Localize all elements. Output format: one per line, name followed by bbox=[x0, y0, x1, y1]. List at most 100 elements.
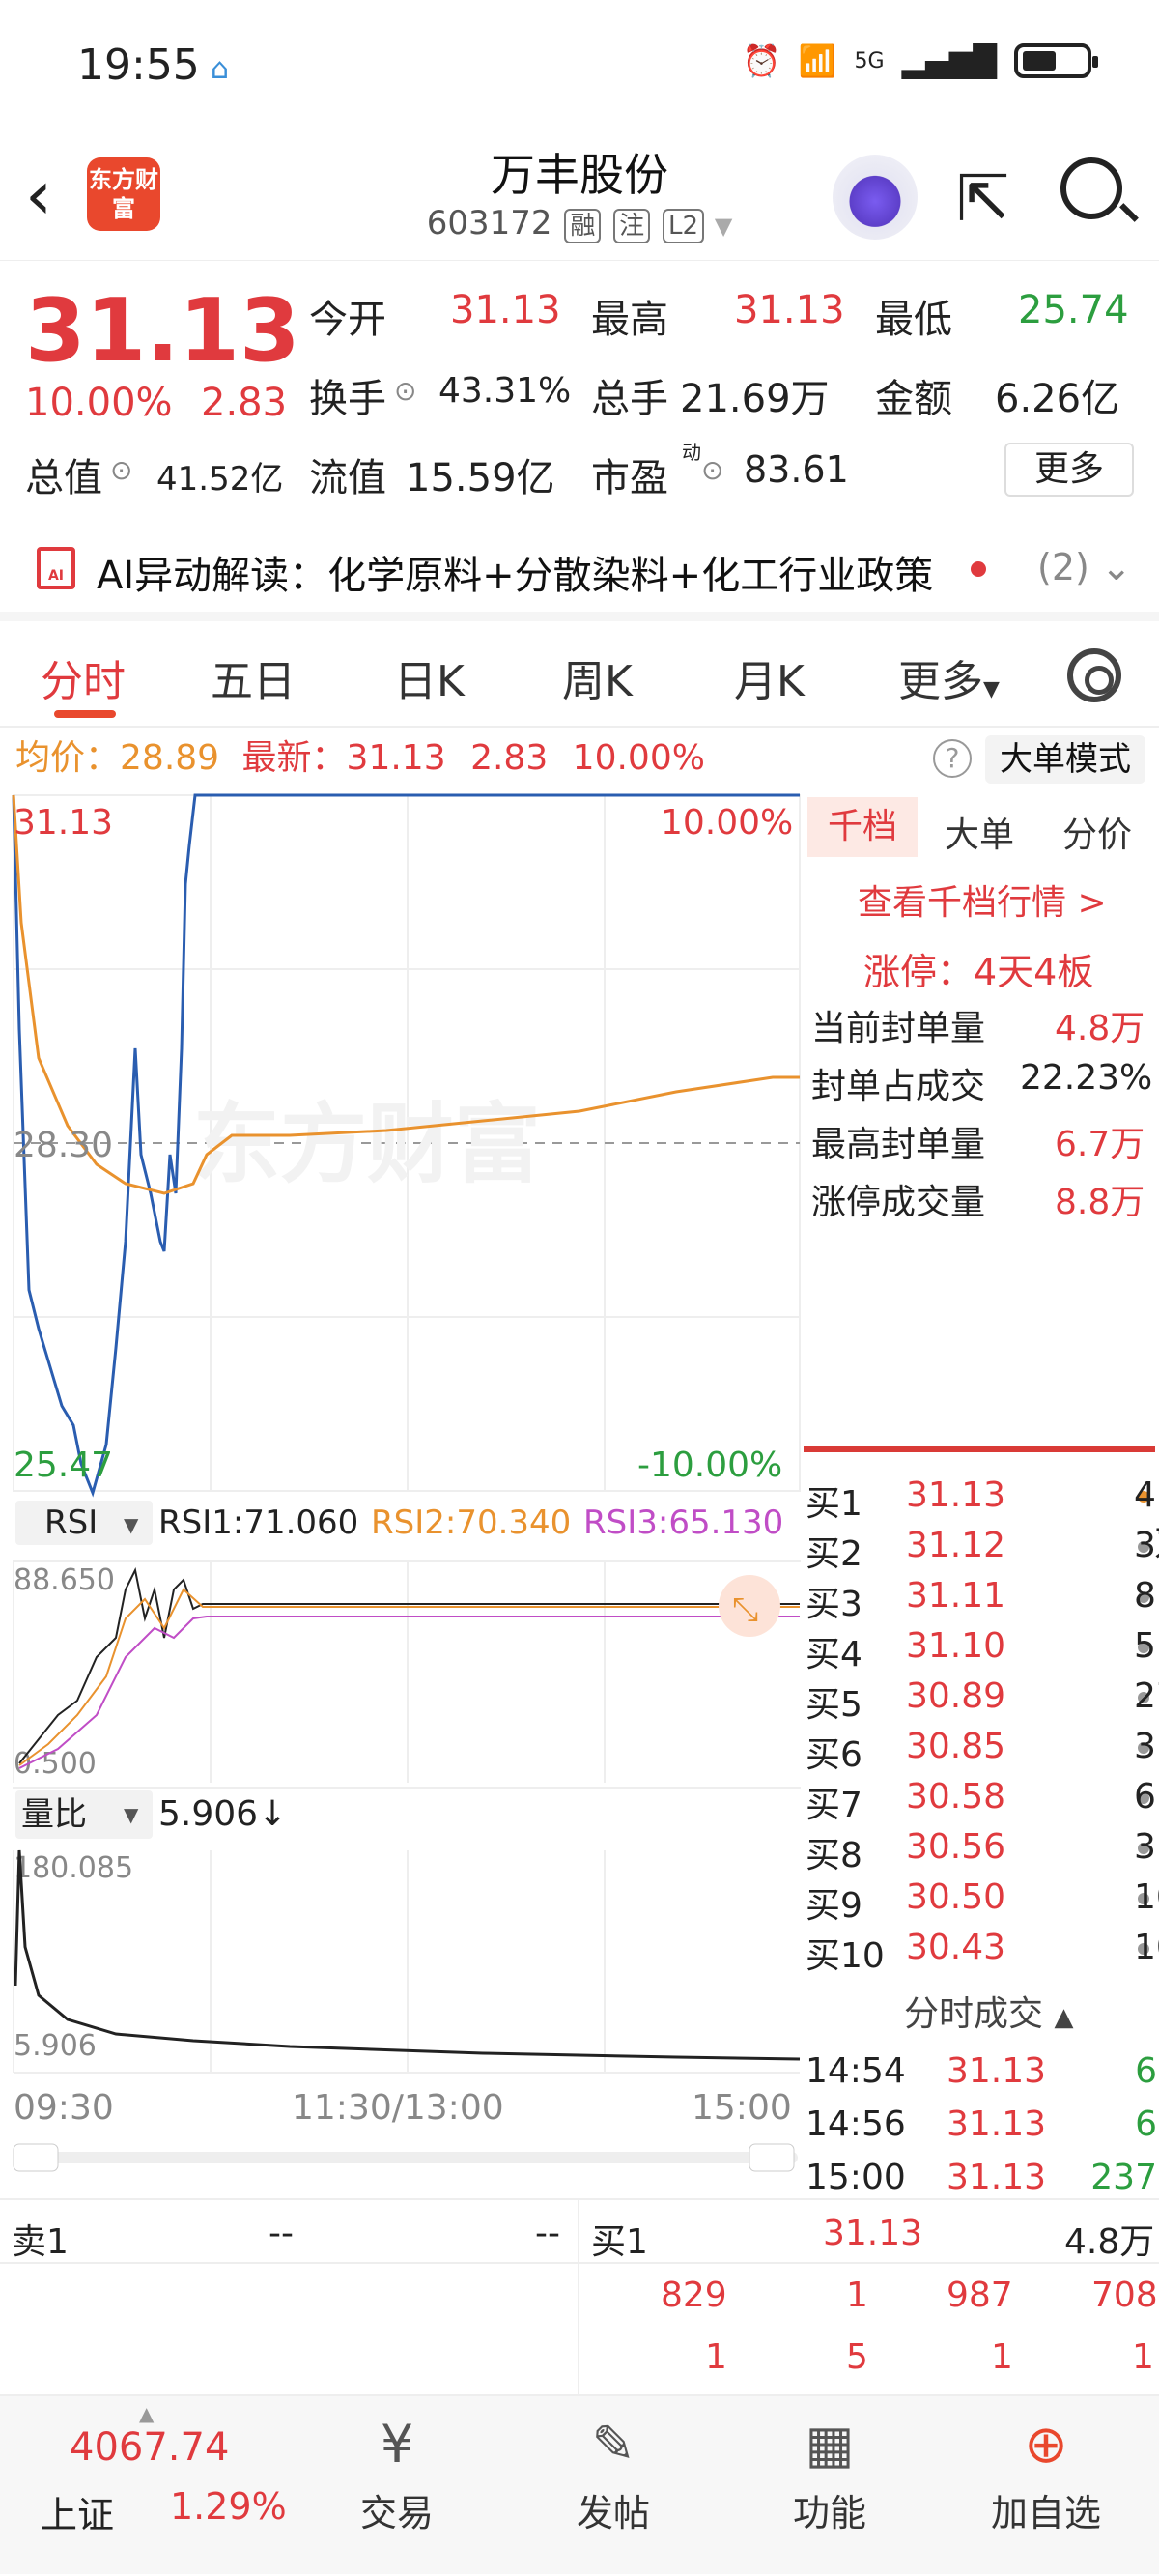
tab-intraday[interactable]: 分时 bbox=[41, 646, 126, 708]
info-icon[interactable]: ⊙ bbox=[701, 454, 723, 486]
index-name: 上证 bbox=[41, 2494, 115, 2536]
rsi3-value: RSI3:65.130 bbox=[583, 1503, 783, 1542]
view-thousand-level-link[interactable]: 查看千档行情 > bbox=[858, 874, 1107, 925]
search-icon[interactable] bbox=[1060, 157, 1122, 219]
high-value: 31.13 bbox=[734, 288, 845, 332]
bid-row: 买10 30.43 10 bbox=[802, 1928, 1159, 1978]
avg-value: 28.89 bbox=[120, 738, 220, 778]
pe-value: 83.61 bbox=[744, 448, 849, 491]
tab-price-distribution[interactable]: 分价 bbox=[1062, 807, 1132, 857]
bid-row: 买6 30.85 3 bbox=[802, 1727, 1159, 1777]
add-watchlist-button[interactable]: ⊕ 加自选 bbox=[974, 2396, 1118, 2536]
stat-label: 封单占成交 bbox=[811, 1067, 986, 1106]
tab-five-day[interactable]: 五日 bbox=[211, 646, 296, 708]
high-label: 最高 bbox=[591, 298, 668, 342]
bid-level: 买8 bbox=[806, 1836, 862, 1875]
active-tab-indicator bbox=[54, 710, 116, 718]
ai-count: (2) ⌄ bbox=[1037, 546, 1132, 588]
turnover-label: 换手 bbox=[309, 377, 386, 421]
change-amount: 2.83 bbox=[201, 381, 288, 425]
expand-up-icon: ▲ bbox=[139, 2402, 155, 2425]
tab-weekly-k[interactable]: 周K bbox=[562, 646, 633, 708]
info-icon[interactable]: ⊙ bbox=[110, 454, 132, 486]
settings-gear-icon[interactable] bbox=[1067, 648, 1121, 702]
help-icon[interactable]: ? bbox=[933, 739, 972, 778]
time-label-noon: 11:30/13:00 bbox=[292, 2088, 504, 2128]
open-label: 今开 bbox=[309, 298, 386, 342]
avg-label: 均价： bbox=[15, 738, 121, 778]
y-bottom-pct-label: -10.00% bbox=[637, 1445, 782, 1485]
bid-row: 买5 30.89 27 bbox=[802, 1676, 1159, 1727]
rsi3-line bbox=[18, 1616, 800, 1769]
sell1-label: 卖1 bbox=[12, 2222, 69, 2262]
pe-dynamic-sup: 动 bbox=[682, 441, 701, 464]
index-ticker[interactable]: ▲ 4067.74 上证 1.29% bbox=[0, 2396, 290, 2576]
rsi2-value: RSI2:70.340 bbox=[371, 1503, 571, 1542]
time-label-open: 09:30 bbox=[14, 2088, 114, 2128]
bid-level: 买2 bbox=[806, 1534, 862, 1574]
time-label-close: 15:00 bbox=[692, 2088, 792, 2128]
rsi1-line bbox=[18, 1566, 800, 1764]
dropdown-icon[interactable]: ▼ bbox=[715, 213, 732, 240]
tab-more[interactable]: 更多▼ bbox=[898, 646, 1000, 708]
bid-volume-value: 3 bbox=[1134, 1727, 1156, 1766]
dropdown-icon: ▼ bbox=[124, 1513, 139, 1536]
trade-row: 14:54 31.13 6 bbox=[802, 2051, 1159, 2102]
tab-daily-k[interactable]: 日K bbox=[394, 646, 465, 708]
scroll-handle-left[interactable] bbox=[13, 2143, 59, 2172]
unread-dot bbox=[971, 561, 986, 577]
bid-volume-value: 10 bbox=[1134, 1877, 1159, 1917]
bid-level: 买1 bbox=[806, 1484, 862, 1524]
battery-icon bbox=[1014, 43, 1098, 78]
trades-title: 分时成交 bbox=[904, 1994, 1044, 2034]
status-bar: 19:55 ⌂ ⏰ 📶 5G ▂▄▆█ bbox=[0, 0, 1159, 140]
tag-l2[interactable]: L2 bbox=[662, 209, 704, 243]
amount-value: 6.26亿 bbox=[995, 377, 1120, 421]
trade-button[interactable]: ¥ 交易 bbox=[325, 2396, 469, 2536]
tab-thousand-level[interactable]: 千档 bbox=[807, 797, 918, 857]
turnover-value: 43.31% bbox=[438, 371, 572, 411]
intraday-chart-area[interactable]: 东方财富 31.13 10.00% 28.30 25.47 -10.00% RS… bbox=[0, 787, 802, 2189]
big-order-mode-button[interactable]: 大单模式 bbox=[985, 735, 1145, 784]
bid-volume-value: 37 bbox=[1134, 1526, 1159, 1565]
bid-volume: 37 bbox=[1134, 1526, 1159, 1565]
ai-assistant-icon[interactable] bbox=[833, 155, 918, 240]
functions-button[interactable]: ▦ 功能 bbox=[757, 2396, 902, 2536]
clock: 19:55 bbox=[77, 41, 200, 90]
bid-price: 31.13 bbox=[906, 1475, 1006, 1515]
bid-price: 31.10 bbox=[906, 1626, 1006, 1666]
scroll-handle-right[interactable] bbox=[749, 2143, 795, 2172]
more-button[interactable]: 更多 bbox=[1004, 443, 1134, 497]
divider bbox=[578, 2200, 580, 2398]
tab-big-order[interactable]: 大单 bbox=[945, 807, 1014, 857]
add-watchlist-label: 加自选 bbox=[990, 2492, 1101, 2534]
dropdown-icon: ▼ bbox=[124, 1803, 139, 1826]
time-scrollbar[interactable] bbox=[14, 2152, 798, 2163]
bid-level: 买10 bbox=[806, 1936, 885, 1976]
trade-time: 15:00 bbox=[806, 2158, 906, 2197]
amount-label: 金额 bbox=[875, 377, 952, 421]
sell1-price: -- bbox=[269, 2214, 294, 2253]
bid-volume-value: 8 bbox=[1134, 1576, 1156, 1616]
trades-header[interactable]: 分时成交 ▲ bbox=[904, 1986, 1073, 2036]
post-button[interactable]: ✎ 发帖 bbox=[541, 2396, 686, 2536]
quote-panel: 31.13 10.00% 2.83 今开 31.13 最高 31.13 最低 2… bbox=[0, 261, 1159, 507]
latest-pct: 10.00% bbox=[572, 738, 705, 778]
status-icons: ⏰ 📶 5G ▂▄▆█ bbox=[743, 43, 1098, 79]
wifi-icon: 📶 bbox=[798, 43, 837, 79]
level1-quote-strip: 卖1 -- -- 买1 31.13 4.8万 829 1 987 708 1 5… bbox=[0, 2198, 1159, 2398]
ai-analysis-banner[interactable]: AI AI异动解读：化学原料+分散染料+化工行业政策 (2) ⌄ bbox=[0, 507, 1159, 621]
tab-monthly-k[interactable]: 月K bbox=[734, 646, 805, 708]
chart-tabs: 分时 五日 日K 周K 月K 更多▼ bbox=[0, 621, 1159, 728]
buy1-price: 31.13 bbox=[823, 2214, 923, 2253]
trade-price: 31.13 bbox=[947, 2158, 1047, 2197]
index-value: 4067.74 bbox=[70, 2425, 230, 2470]
avg-price-bar: 均价：28.89 最新：31.13 2.83 10.00% ? 大单模式 bbox=[0, 730, 1159, 787]
rsi-high-label: 88.650 bbox=[14, 1563, 115, 1597]
share-icon[interactable]: ⇱ bbox=[956, 161, 1009, 236]
trade-time: 14:56 bbox=[806, 2104, 906, 2144]
queue-order: 5 bbox=[846, 2337, 868, 2377]
stat-value: 6.7万 bbox=[1055, 1125, 1145, 1164]
bid-level: 买4 bbox=[806, 1635, 862, 1674]
info-icon[interactable]: ⊙ bbox=[394, 375, 416, 407]
